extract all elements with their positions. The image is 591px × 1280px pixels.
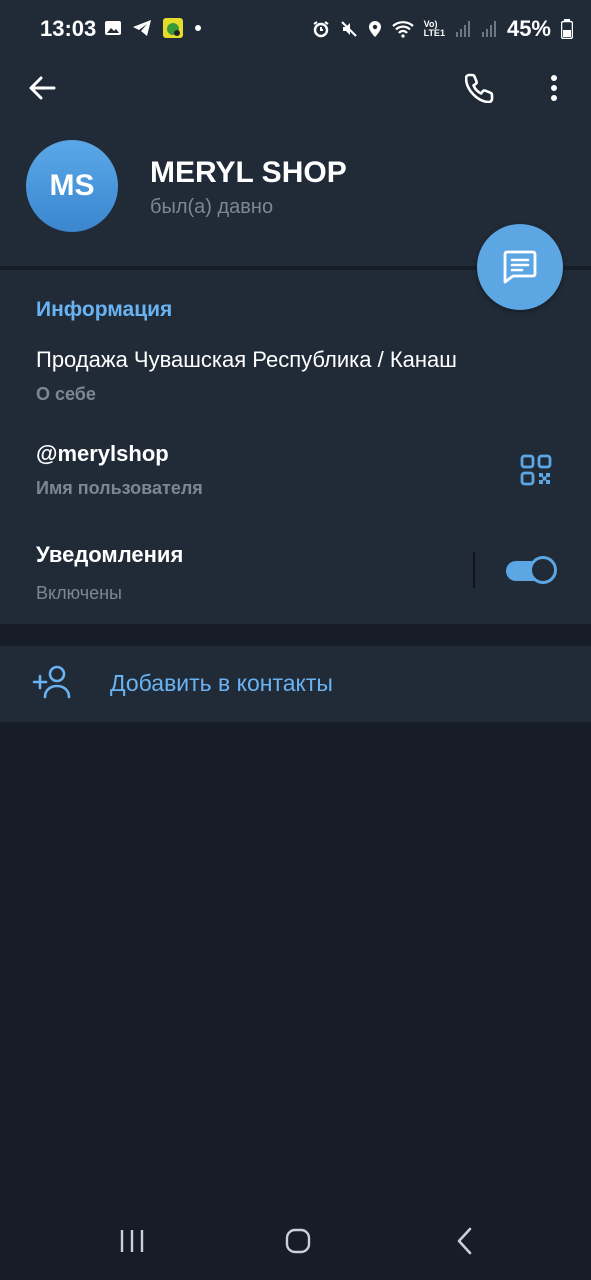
notifications-status: Включены bbox=[36, 583, 122, 603]
wifi-icon bbox=[391, 21, 414, 38]
status-bar: 13:03 Vo) LTE1 45% bbox=[0, 0, 591, 58]
dot-icon bbox=[195, 25, 201, 31]
status-time: 13:03 bbox=[40, 16, 97, 41]
alarm-icon bbox=[313, 21, 329, 38]
network-label-bottom: LTE1 bbox=[423, 28, 445, 38]
notifications-toggle[interactable] bbox=[504, 556, 558, 584]
username-value[interactable]: @merylshop bbox=[36, 441, 169, 467]
info-section-title: Информация bbox=[36, 298, 173, 321]
toggle-knob bbox=[529, 556, 557, 584]
signal-2-icon bbox=[481, 21, 496, 37]
location-icon bbox=[368, 21, 381, 37]
profile-name: MERYL SHOP bbox=[150, 156, 347, 189]
back-arrow-icon bbox=[29, 76, 56, 100]
home-icon bbox=[285, 1228, 311, 1254]
system-nav-bar bbox=[0, 1200, 591, 1280]
avatar-initials: MS bbox=[49, 169, 95, 202]
more-options-button[interactable] bbox=[538, 70, 570, 106]
bio-value[interactable]: Продажа Чувашская Республика / Канаш bbox=[36, 347, 457, 373]
back-button[interactable] bbox=[24, 70, 60, 106]
message-icon bbox=[503, 250, 537, 284]
telegram-icon bbox=[133, 20, 151, 36]
signal-icon bbox=[455, 21, 470, 37]
mute-icon bbox=[340, 21, 357, 37]
bio-label: О себе bbox=[36, 384, 96, 404]
nav-back-icon bbox=[457, 1227, 472, 1255]
avatar[interactable]: MS bbox=[26, 140, 118, 232]
add-user-icon bbox=[32, 665, 71, 699]
nav-back-button[interactable] bbox=[444, 1224, 484, 1258]
home-button[interactable] bbox=[278, 1224, 318, 1258]
app-badge-icon bbox=[163, 18, 183, 38]
notifications-label[interactable]: Уведомления bbox=[36, 542, 183, 568]
toggle-divider bbox=[473, 552, 475, 588]
send-message-button[interactable] bbox=[477, 224, 563, 310]
last-seen-status: был(а) давно bbox=[150, 196, 274, 218]
recents-button[interactable] bbox=[112, 1226, 152, 1256]
qr-code-button[interactable] bbox=[516, 450, 556, 490]
recents-icon bbox=[120, 1230, 144, 1252]
call-button[interactable] bbox=[462, 70, 498, 106]
gallery-icon bbox=[105, 21, 121, 35]
username-label: Имя пользователя bbox=[36, 478, 203, 498]
status-system-icons: Vo) LTE1 45% bbox=[312, 16, 573, 42]
qr-code-icon bbox=[520, 454, 552, 486]
status-notification-icons bbox=[104, 17, 202, 39]
more-vert-icon bbox=[551, 75, 557, 101]
add-user-icon-wrap bbox=[30, 662, 74, 702]
battery-percent: 45% bbox=[506, 16, 551, 41]
network-type: Vo) LTE1 bbox=[424, 20, 445, 38]
phone-icon bbox=[465, 73, 494, 103]
battery-icon bbox=[561, 19, 573, 39]
add-contact-label[interactable]: Добавить в контакты bbox=[110, 670, 333, 697]
